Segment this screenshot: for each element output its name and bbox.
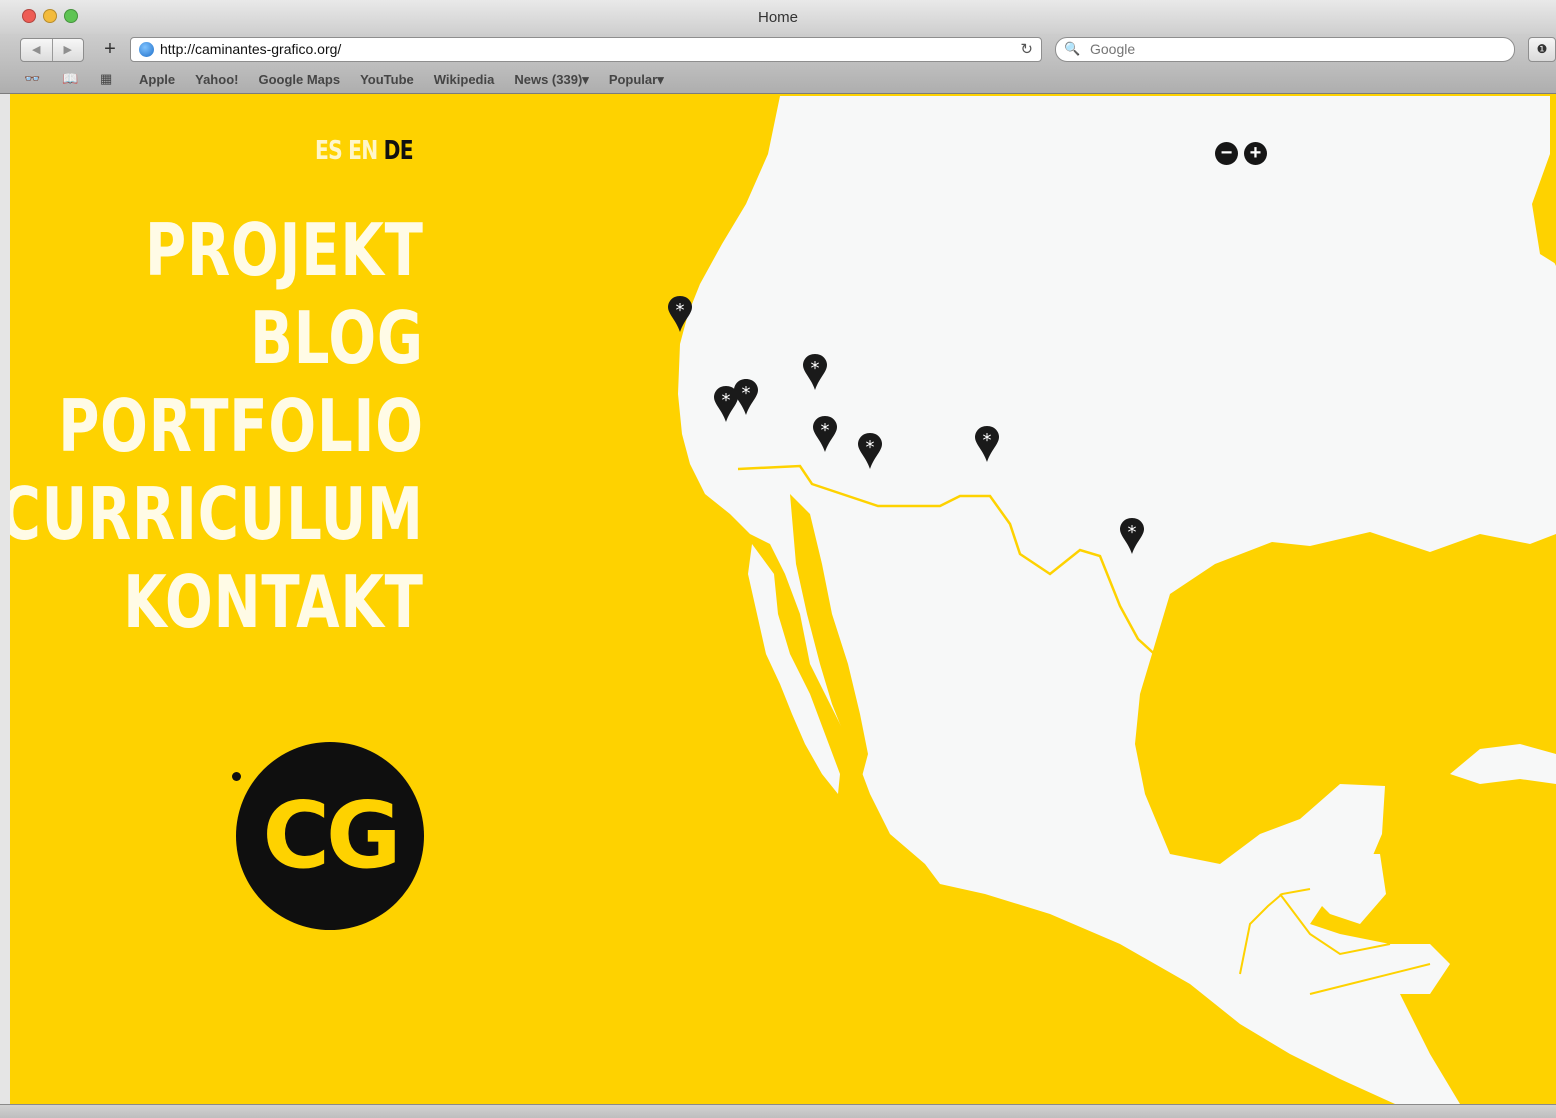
bookmarks-book-icon[interactable]: 📖 xyxy=(62,71,78,87)
address-bar[interactable]: http://caminantes-grafico.org/ ↻ xyxy=(130,37,1042,62)
menu-item-portfolio[interactable]: PORTFOLIO xyxy=(10,382,424,470)
window-left-edge xyxy=(0,94,10,1118)
search-field[interactable]: 🔍 xyxy=(1055,37,1515,62)
svg-text:*: * xyxy=(722,390,731,411)
bookmark-youtube[interactable]: YouTube xyxy=(360,72,414,88)
reading-list-icon[interactable]: 👓 xyxy=(24,71,40,87)
svg-text:*: * xyxy=(742,383,751,404)
downloads-button[interactable]: ❶ xyxy=(1528,37,1556,62)
language-de-link[interactable]: DE xyxy=(384,136,414,166)
back-forward-buttons[interactable]: ◀ ▶ xyxy=(20,38,84,62)
bookmark-wikipedia[interactable]: Wikipedia xyxy=(434,72,495,88)
svg-text:*: * xyxy=(1128,522,1137,543)
forward-button[interactable]: ▶ xyxy=(53,39,84,61)
bookmark-yahoo[interactable]: Yahoo! xyxy=(195,72,238,88)
page-content: − + ES EN DE PROJEKT BLOG PORTFOLIO CURR… xyxy=(10,94,1556,1104)
cg-logo[interactable]: CG xyxy=(232,742,424,930)
search-icon: 🔍 xyxy=(1064,41,1081,56)
svg-text:*: * xyxy=(676,300,685,321)
map-zoom-controls: − + xyxy=(1215,142,1267,165)
main-menu: PROJEKT BLOG PORTFOLIO CURRICULUM KONTAK… xyxy=(10,206,424,646)
add-bookmark-button[interactable]: + xyxy=(96,38,124,60)
menu-item-kontakt[interactable]: KONTAKT xyxy=(10,558,424,646)
top-sites-grid-icon[interactable]: ▦ xyxy=(100,71,112,87)
bookmark-items: Apple Yahoo! Google Maps YouTube Wikiped… xyxy=(139,72,664,88)
menu-item-blog[interactable]: BLOG xyxy=(10,294,424,382)
url-text[interactable]: http://caminantes-grafico.org/ xyxy=(160,41,341,57)
svg-text:*: * xyxy=(811,358,820,379)
browser-window: Home ◀ ▶ + http://caminantes-grafico.org… xyxy=(0,0,1556,1118)
logo-text: CG xyxy=(262,782,401,889)
zoom-out-button[interactable]: − xyxy=(1215,142,1238,165)
svg-text:*: * xyxy=(983,430,992,451)
globe-icon xyxy=(139,42,154,57)
zoom-in-button[interactable]: + xyxy=(1244,142,1267,165)
status-bar xyxy=(0,1104,1556,1118)
bookmark-apple[interactable]: Apple xyxy=(139,72,175,88)
back-button[interactable]: ◀ xyxy=(21,39,53,61)
language-switcher: ES EN DE xyxy=(315,136,414,166)
bookmark-google-maps[interactable]: Google Maps xyxy=(258,72,340,88)
window-title: Home xyxy=(757,9,798,26)
reload-icon[interactable]: ↻ xyxy=(1020,40,1033,58)
language-es-link[interactable]: ES xyxy=(315,136,343,166)
menu-item-curriculum[interactable]: CURRICULUM xyxy=(10,470,424,558)
language-en-link[interactable]: EN xyxy=(348,136,378,166)
svg-text:*: * xyxy=(821,420,830,441)
title-bar: Home xyxy=(0,0,1556,34)
svg-text:*: * xyxy=(866,437,875,458)
menu-item-projekt[interactable]: PROJEKT xyxy=(10,206,424,294)
search-input[interactable] xyxy=(1090,41,1490,57)
bookmark-popular[interactable]: Popular▾ xyxy=(609,72,664,88)
bookmark-news[interactable]: News (339)▾ xyxy=(514,72,588,88)
